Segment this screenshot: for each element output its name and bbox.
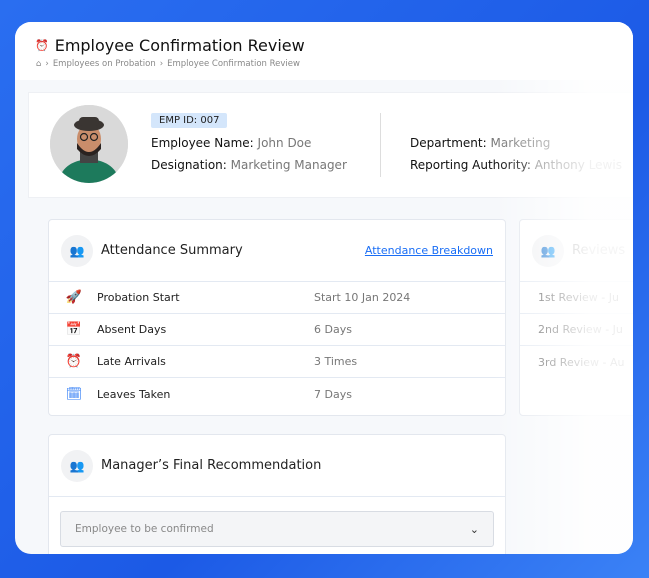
card-title: Attendance Summary: [101, 243, 243, 258]
alarm-clock-icon: ⏰: [65, 354, 83, 369]
divider: [380, 113, 381, 177]
value: John Doe: [257, 136, 312, 150]
card-title: Manager’s Final Recommendation: [101, 458, 322, 473]
list-item: 📅 Absent Days 6 Days: [49, 314, 505, 346]
row-label: Absent Days: [97, 323, 167, 336]
avatar: [50, 105, 128, 183]
people-group-icon: 👥: [61, 449, 93, 482]
selected-value: Employee to be confirmed: [75, 523, 214, 535]
employee-name-field: Employee Name: John Doe: [151, 136, 311, 150]
row-label: Probation Start: [97, 291, 180, 304]
label: Reporting Authority:: [410, 158, 531, 172]
attendance-summary-card: 👥 Attendance Summary Attendance Breakdown …: [48, 219, 506, 416]
calendar-exit-icon: 🗓: [65, 386, 83, 402]
app-window: ⏰ Employee Confirmation Review ⌂ › Employe…: [15, 22, 633, 554]
final-recommendation-card: 👥 Manager’s Final Recommendation Employee…: [48, 434, 506, 554]
row-label: Leaves Taken: [97, 387, 171, 401]
list-item: ⏰ Late Arrivals 3 Times: [49, 346, 505, 378]
chevron-right-icon: ›: [45, 59, 49, 69]
people-group-icon: 👥: [61, 234, 93, 267]
rocket-icon: 🚀: [65, 290, 83, 305]
page-title-text: Employee Confirmation Review: [54, 36, 305, 55]
recommendation-select[interactable]: Employee to be confirmed ⌄: [60, 511, 494, 547]
label: Department:: [410, 136, 487, 150]
designation-field: Designation: Marketing Manager: [151, 158, 347, 172]
reporting-authority-field: Reporting Authority: Anthony Lewis: [410, 158, 622, 172]
value: Marketing: [490, 136, 551, 150]
alarm-icon: ⏰: [35, 39, 49, 52]
breadcrumb: ⌂ › Employees on Probation › Employee Conf…: [36, 59, 300, 69]
label: Designation:: [151, 158, 227, 172]
card-title: Reviews: [572, 243, 626, 258]
reviews-card: 👥 Reviews 1st Review - Ju 2nd Review - Ju…: [519, 219, 633, 416]
emp-id-badge: EMP ID: 007: [151, 113, 228, 128]
list-item: 1st Review - Ju: [520, 282, 633, 314]
row-value: 6 Days: [314, 323, 352, 336]
employee-profile-card: EMP ID: 007 Employee Name: John Doe Desi…: [28, 92, 633, 198]
page-title: ⏰ Employee Confirmation Review: [35, 36, 305, 55]
value: Marketing Manager: [230, 158, 347, 172]
breadcrumb-current: Employee Confirmation Review: [167, 59, 300, 69]
breadcrumb-probation[interactable]: Employees on Probation: [53, 59, 156, 69]
home-icon[interactable]: ⌂: [36, 59, 41, 69]
calendar-person-icon: 📅: [65, 322, 83, 337]
chevron-down-icon: ⌄: [469, 522, 479, 536]
list-item: 2nd Review - Ju: [520, 314, 633, 346]
page-header: ⏰ Employee Confirmation Review ⌂ › Employe…: [15, 22, 633, 80]
label: Employee Name:: [151, 136, 254, 150]
list-item: 🗓 Leaves Taken 7 Days: [49, 378, 505, 410]
chevron-right-icon: ›: [159, 59, 164, 69]
row-value: 7 Days: [314, 387, 352, 401]
people-group-icon: 👥: [532, 234, 564, 267]
value: Anthony Lewis: [534, 158, 622, 172]
attendance-breakdown-link[interactable]: Attendance Breakdown: [365, 244, 493, 257]
department-field: Department: Marketing: [410, 136, 550, 150]
list-item: 🚀 Probation Start Start 10 Jan 2024: [49, 282, 505, 314]
row-value: 3 Times: [314, 355, 358, 368]
row-label: Late Arrivals: [97, 355, 166, 368]
row-value: Start 10 Jan 2024: [314, 291, 411, 304]
list-item: 3rd Review - Au: [538, 355, 625, 369]
